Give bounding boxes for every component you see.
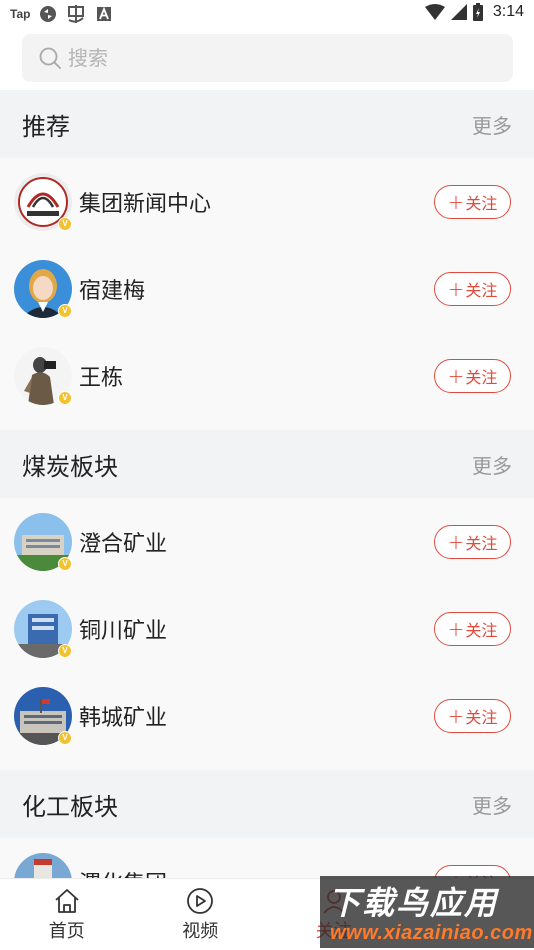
follow-label: 关注 bbox=[465, 707, 498, 727]
tab-home[interactable]: 首页 bbox=[0, 879, 134, 950]
watermark-title: 下载鸟应用 bbox=[328, 884, 499, 922]
section-header-coal: 煤炭板块 更多 bbox=[0, 430, 534, 498]
avatar-container: V bbox=[14, 852, 72, 878]
home-icon bbox=[55, 889, 79, 913]
verified-badge: V bbox=[58, 216, 72, 231]
app-notify-icon bbox=[68, 5, 85, 23]
clock: 3:14 bbox=[492, 3, 524, 20]
list-item[interactable]: V 韩城矿业 + 关注 bbox=[0, 672, 534, 759]
avatar bbox=[14, 852, 72, 878]
follow-button[interactable]: +关注 bbox=[434, 698, 511, 733]
section-title: 推荐 bbox=[22, 112, 70, 141]
search-input[interactable] bbox=[68, 46, 488, 70]
signal-icon bbox=[450, 4, 467, 20]
status-right-icons: 3:14 bbox=[424, 3, 524, 21]
section-title: 煤炭板块 bbox=[22, 452, 118, 481]
verified-badge: V bbox=[58, 730, 72, 745]
list-item[interactable]: V 王栋 + 关注 bbox=[0, 332, 534, 419]
section-body: V 澄合矿业 + 关注 V 铜川矿业 + 关注 V 韩城矿业 + 关注 bbox=[0, 498, 534, 770]
battery-icon bbox=[472, 3, 483, 21]
follow-label: 关注 bbox=[465, 620, 498, 640]
tab-label: 视频 bbox=[182, 921, 219, 942]
avatar-container: V bbox=[14, 686, 72, 745]
avatar-container: V bbox=[14, 259, 72, 318]
follow-label: 关注 bbox=[465, 533, 498, 553]
more-link[interactable]: 更多 bbox=[472, 450, 512, 479]
tab-label: 首页 bbox=[48, 921, 85, 942]
plus-icon: + bbox=[447, 189, 465, 214]
list-item[interactable]: V 铜川矿业 + 关注 bbox=[0, 585, 534, 672]
search-bar[interactable] bbox=[22, 34, 513, 82]
follow-button[interactable]: +关注 bbox=[434, 358, 511, 393]
more-link[interactable]: 更多 bbox=[472, 790, 512, 819]
section-title: 化工板块 bbox=[22, 792, 118, 821]
wifi-icon bbox=[424, 4, 445, 20]
plus-icon: + bbox=[447, 703, 465, 728]
plus-icon: + bbox=[447, 616, 465, 641]
follow-button[interactable]: +关注 bbox=[434, 271, 511, 306]
follow-button[interactable]: +关注 bbox=[434, 184, 511, 219]
tab-video[interactable]: 视频 bbox=[134, 879, 268, 950]
list-item[interactable]: V 宿建梅 + 关注 bbox=[0, 245, 534, 332]
section-header-chemical: 化工板块 更多 bbox=[0, 770, 534, 838]
section-body: V 集团新闻中心 + 关注 V 宿建梅 + 关注 V 王栋 + 关注 bbox=[0, 158, 534, 430]
plus-icon: + bbox=[447, 363, 465, 388]
a-notify-icon bbox=[97, 6, 112, 21]
plus-icon: + bbox=[447, 529, 465, 554]
follow-button[interactable]: +关注 bbox=[434, 524, 511, 559]
search-icon bbox=[39, 47, 61, 69]
list-item[interactable]: V 澄合矿业 + 关注 bbox=[0, 498, 534, 585]
avatar-container: V bbox=[14, 512, 72, 571]
watermark-url: www.xiazainiao.com bbox=[330, 922, 533, 944]
follow-label: 关注 bbox=[465, 367, 498, 387]
channel-name: 铜川矿业 bbox=[79, 618, 168, 644]
status-bar: Tap 3:14 bbox=[0, 0, 534, 28]
channel-name: 澄合矿业 bbox=[79, 531, 168, 557]
channel-name: 宿建梅 bbox=[79, 278, 146, 304]
channel-name: 集团新闻中心 bbox=[79, 191, 212, 217]
avatar-container: V bbox=[14, 172, 72, 231]
sync-icon bbox=[40, 6, 57, 22]
channel-list[interactable]: 推荐 更多 V 集团新闻中心 + 关注 V 宿建梅 + 关注 V 王栋 + 关注… bbox=[0, 90, 534, 878]
list-item[interactable]: V 集团新闻中心 + 关注 bbox=[0, 158, 534, 245]
follow-label: 关注 bbox=[465, 280, 498, 300]
avatar-container: V bbox=[14, 599, 72, 658]
avatar-container: V bbox=[14, 346, 72, 405]
section-header-recommended: 推荐 更多 bbox=[0, 90, 534, 158]
section-body: V 渭化集团 +关注 bbox=[0, 838, 534, 878]
play-icon bbox=[187, 888, 214, 914]
follow-button[interactable]: +关注 bbox=[434, 611, 511, 646]
verified-badge: V bbox=[58, 556, 72, 571]
plus-icon: + bbox=[447, 276, 465, 301]
status-left-icons: Tap bbox=[10, 4, 114, 24]
follow-label: 关注 bbox=[465, 193, 498, 213]
verified-badge: V bbox=[58, 643, 72, 658]
channel-name: 韩城矿业 bbox=[79, 705, 168, 731]
channel-name: 王栋 bbox=[79, 365, 124, 391]
verified-badge: V bbox=[58, 303, 72, 318]
list-item[interactable]: V 渭化集团 +关注 bbox=[0, 838, 534, 878]
verified-badge: V bbox=[58, 390, 72, 405]
watermark: 下载鸟应用 www.xiazainiao.com bbox=[320, 876, 534, 948]
tap-badge: Tap bbox=[10, 7, 31, 21]
more-link[interactable]: 更多 bbox=[472, 110, 512, 139]
